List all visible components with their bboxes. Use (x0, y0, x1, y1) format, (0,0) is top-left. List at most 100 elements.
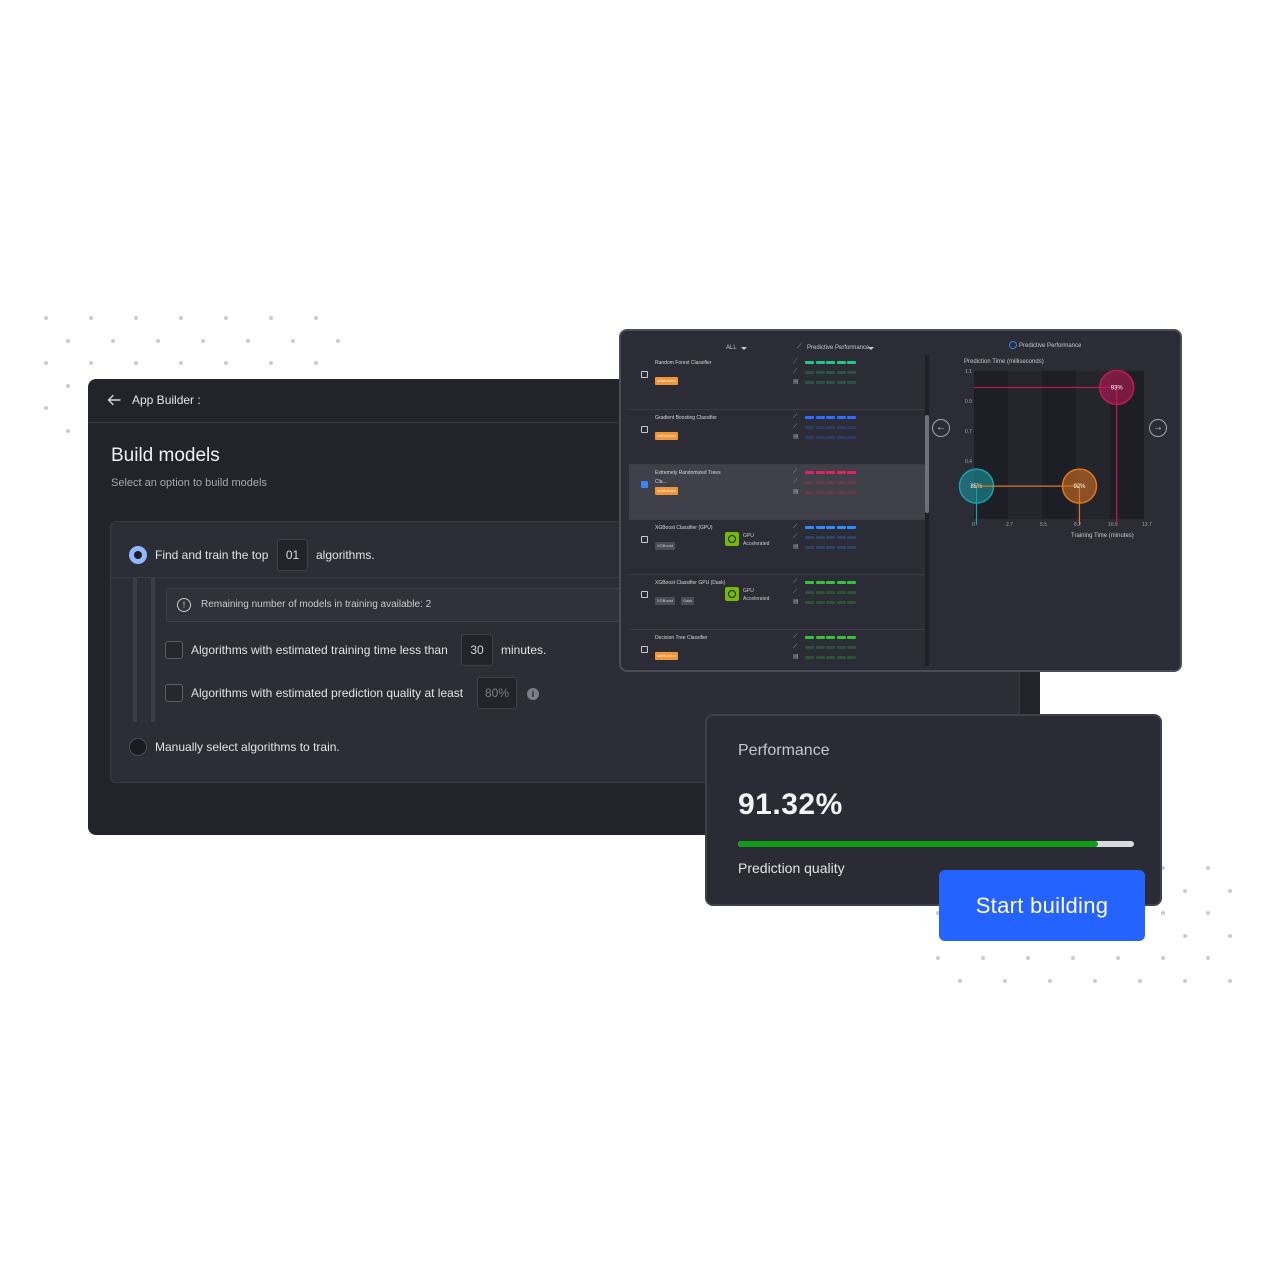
data-point-label: 85% (970, 484, 983, 490)
decorative-dot (1003, 978, 1007, 983)
decorative-dot (1026, 956, 1030, 960)
model-checkbox[interactable] (641, 536, 648, 543)
model-name: Decision Tree Classifier (655, 635, 708, 641)
decorative-dot (336, 338, 340, 343)
model-checkbox[interactable] (641, 591, 648, 598)
metric-segment (847, 526, 856, 529)
model-metrics: ⟋ ⟋ ▤ (793, 414, 863, 444)
metric-segment (826, 646, 835, 649)
chart-next-arrow-icon[interactable]: → (1149, 419, 1167, 437)
metric-segment (826, 636, 835, 639)
chevron-down-icon[interactable] (868, 347, 874, 350)
model-checkbox[interactable] (641, 426, 648, 433)
decorative-dot (936, 956, 940, 960)
radio-top-algorithms[interactable] (129, 546, 147, 564)
metric-segment (815, 656, 825, 659)
chevron-down-icon[interactable] (741, 347, 747, 350)
metric-segment (826, 416, 835, 419)
decorative-dot (1206, 911, 1210, 915)
metric-segment (815, 491, 825, 494)
library-tag: scikit-learn (655, 432, 679, 440)
page-subtitle: Select an option to build models (111, 477, 267, 489)
training-time-checkbox[interactable] (165, 641, 183, 659)
decorative-dot (111, 338, 115, 343)
model-name: XGBoost Classifier GPU (Dask) (655, 580, 726, 586)
metric-segment (826, 436, 835, 439)
metric-segment (847, 416, 856, 419)
filter-dropdown[interactable]: ALL (726, 345, 737, 351)
model-checkbox[interactable] (641, 481, 648, 488)
metric-segment (805, 536, 814, 539)
model-list: Random Forest Classifier scikit-learn ⟋ ⟋ ▤ G… (629, 355, 925, 666)
back-arrow-icon[interactable] (106, 392, 122, 408)
metric-segment (826, 481, 835, 484)
decorative-dot (269, 361, 273, 365)
decorative-dot (269, 316, 273, 320)
decorative-dot (1161, 956, 1165, 960)
decorative-dot (66, 428, 70, 433)
metric-segment (805, 416, 814, 419)
library-tag: scikit-learn (655, 652, 679, 660)
chart-prev-arrow-icon[interactable]: ← (932, 419, 950, 437)
training-time-input[interactable]: 30 (461, 634, 493, 666)
metric-segment (815, 636, 825, 639)
metric-segment (847, 361, 856, 364)
decorative-dot (1071, 956, 1075, 960)
model-row[interactable]: XGBoost Classifier GPU (Dask) XGBoost Dask… (629, 575, 925, 630)
metric-segment (805, 491, 814, 494)
top-count-input[interactable]: 01 (277, 539, 308, 571)
metric-segment (836, 636, 846, 639)
model-row[interactable]: XGBoost Classifier (GPU) XGBoost GPU Accel… (629, 520, 925, 575)
decorative-dot (1183, 933, 1187, 938)
trend-icon: ⟋ (793, 359, 798, 365)
trend-icon: ⟋ (793, 414, 798, 420)
model-row[interactable]: Decision Tree Classifier scikit-learn ⟋ ⟋ ▤ (629, 630, 925, 670)
metric-segment (847, 581, 856, 584)
app-title: App Builder : (132, 393, 201, 407)
gpu-label: GPU Accelerated (743, 533, 770, 547)
metric-segment (815, 436, 825, 439)
metric-segment (805, 601, 814, 604)
metric-segment (836, 481, 846, 484)
metric-segment (847, 636, 856, 639)
model-row[interactable]: Extremely Randomized Trees Cla... scikit-… (629, 465, 925, 520)
prediction-quality-checkbox[interactable] (165, 684, 183, 702)
sort-dropdown[interactable]: Predictive Performance (807, 345, 869, 351)
metric-segment (826, 491, 835, 494)
metric-segment (815, 536, 825, 539)
metric-segment (815, 481, 825, 484)
indent-bar-inner (151, 578, 155, 722)
performance-progress-bar (738, 841, 1134, 847)
gpu-label: GPU Accelerated (743, 588, 770, 602)
metric-segment (805, 591, 814, 594)
metric-segment (805, 546, 814, 549)
decorative-dot (89, 316, 93, 320)
metric-segment (826, 581, 835, 584)
info-icon[interactable]: i (527, 688, 539, 700)
metric-segment (847, 656, 856, 659)
metric-segment (805, 371, 814, 374)
metric-segment (826, 546, 835, 549)
decorative-dot (246, 338, 250, 343)
metric-segment (826, 471, 835, 474)
metric-segment (815, 591, 825, 594)
metric-segment (836, 581, 846, 584)
model-row[interactable]: Gradient Boosting Classifier scikit-learn… (629, 410, 925, 465)
model-row[interactable]: Random Forest Classifier scikit-learn ⟋ ⟋ ▤ (629, 355, 925, 410)
model-checkbox[interactable] (641, 371, 648, 378)
metric-segment (805, 361, 814, 364)
metric-segment (826, 381, 835, 384)
radio-manual-select[interactable] (129, 738, 147, 756)
x-tick-label: 2.7 (1006, 522, 1013, 528)
decorative-dot (1228, 978, 1232, 983)
chart-band (1008, 371, 1042, 519)
model-metrics: ⟋ ⟋ ▤ (793, 469, 863, 499)
model-checkbox[interactable] (641, 646, 648, 653)
metric-segment (847, 436, 856, 439)
bar-chart-icon: ▤ (793, 434, 799, 440)
decorative-dot (224, 316, 228, 320)
decorative-dot (958, 978, 962, 983)
start-building-button[interactable]: Start building (939, 870, 1145, 941)
metric-segment (805, 481, 814, 484)
prediction-quality-input[interactable]: 80% (477, 677, 517, 709)
